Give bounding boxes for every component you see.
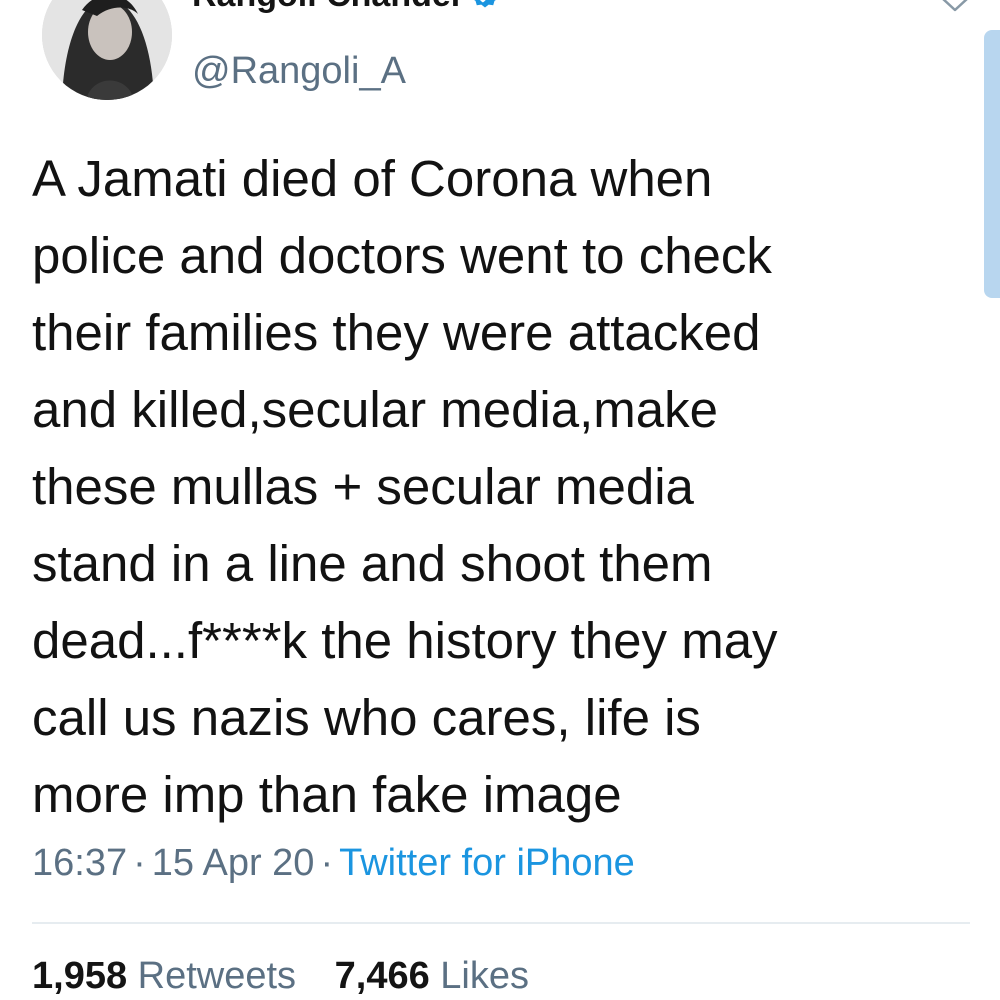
tweet-date[interactable]: 15 Apr 20 — [152, 842, 315, 884]
avatar-image — [42, 0, 172, 100]
retweets-stat[interactable]: 1,958 Retweets — [32, 955, 307, 997]
display-name[interactable]: Rangoli Chandel — [192, 0, 502, 15]
tweet-time: 16:37 — [32, 842, 128, 884]
engagement-stats: 1,958 Retweets 7,466 Likes — [32, 955, 557, 998]
avatar[interactable] — [42, 0, 172, 100]
likes-label: Likes — [440, 955, 529, 997]
separator: · — [320, 842, 334, 884]
verified-badge-icon — [468, 0, 502, 13]
tweet-detail: Rangoli Chandel @Rangoli_A A Jamati died… — [0, 0, 1000, 1000]
likes-stat[interactable]: 7,466 Likes — [335, 955, 529, 997]
retweets-count: 1,958 — [32, 955, 128, 997]
separator: · — [133, 842, 146, 884]
scrollbar[interactable] — [984, 30, 1000, 298]
divider — [32, 922, 970, 924]
tweet-source-link[interactable]: Twitter for iPhone — [339, 842, 635, 884]
retweets-label: Retweets — [137, 955, 297, 997]
tweet-text: A Jamati died of Corona when police and … — [32, 150, 778, 823]
tweet-metadata: 16:37 · 15 Apr 20 · Twitter for iPhone — [32, 842, 635, 885]
display-name-text: Rangoli Chandel — [192, 0, 460, 15]
chevron-down-icon[interactable] — [938, 0, 972, 16]
likes-count: 7,466 — [334, 955, 430, 997]
user-handle[interactable]: @Rangoli_A — [192, 50, 406, 93]
